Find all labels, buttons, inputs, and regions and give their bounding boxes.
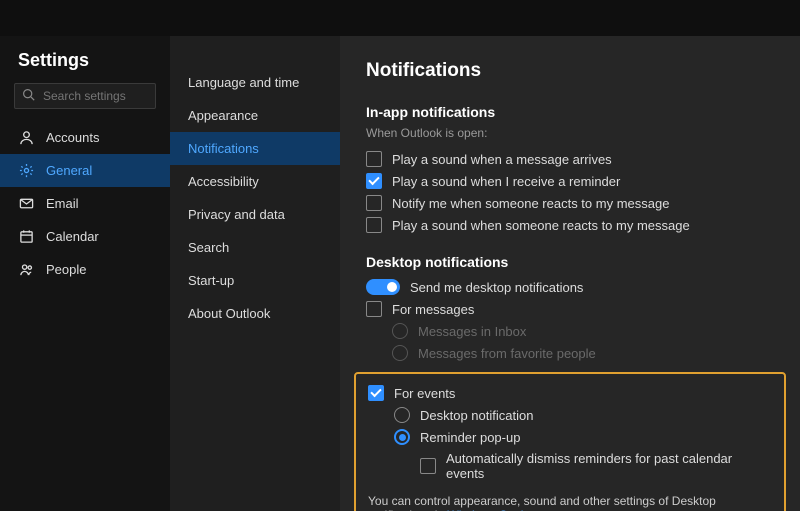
checkbox-label: For events (394, 386, 455, 401)
checkbox-label: Notify me when someone reacts to my mess… (392, 196, 669, 211)
toggle-desktop-notifications[interactable] (366, 279, 400, 295)
checkbox-sound-reacts[interactable] (366, 217, 382, 233)
checkbox-auto-dismiss[interactable] (420, 458, 436, 474)
mail-icon (18, 196, 34, 211)
checkbox-for-events[interactable] (368, 385, 384, 401)
toggle-label: Send me desktop notifications (410, 280, 583, 295)
checkbox-label: Play a sound when I receive a reminder (392, 174, 620, 189)
search-icon (22, 88, 35, 104)
radio-messages-favorite[interactable] (392, 345, 408, 361)
section-desktop-title: Desktop notifications (366, 254, 774, 270)
subnav-notifications[interactable]: Notifications (170, 132, 340, 165)
nav-calendar[interactable]: Calendar (0, 220, 170, 253)
nav-label: People (46, 262, 86, 277)
section-inapp-title: In-app notifications (366, 104, 774, 120)
nav-label: Email (46, 196, 79, 211)
gear-icon (18, 163, 34, 178)
subnav-about[interactable]: About Outlook (170, 297, 340, 330)
page-title: Notifications (366, 60, 774, 82)
radio-messages-inbox[interactable] (392, 323, 408, 339)
checkbox-notify-reacts[interactable] (366, 195, 382, 211)
calendar-icon (18, 229, 34, 244)
radio-label: Messages from favorite people (418, 346, 596, 361)
events-highlight-box: For events Desktop notification Reminder… (354, 372, 786, 511)
nav-label: General (46, 163, 92, 178)
settings-subnav: Language and time Appearance Notificatio… (170, 36, 340, 511)
subnav-search[interactable]: Search (170, 231, 340, 264)
person-icon (18, 130, 34, 145)
nav-email[interactable]: Email (0, 187, 170, 220)
nav-general[interactable]: General (0, 154, 170, 187)
checkbox-label: Play a sound when a message arrives (392, 152, 612, 167)
subnav-appearance[interactable]: Appearance (170, 99, 340, 132)
settings-content: Notifications In-app notifications When … (340, 36, 800, 511)
checkbox-label: For messages (392, 302, 474, 317)
radio-label: Desktop notification (420, 408, 533, 423)
settings-heading: Settings (0, 50, 170, 83)
radio-event-desktop[interactable] (394, 407, 410, 423)
search-input[interactable] (14, 83, 156, 109)
checkbox-label: Automatically dismiss reminders for past… (446, 451, 772, 481)
radio-label: Messages in Inbox (418, 324, 526, 339)
checkbox-sound-message[interactable] (366, 151, 382, 167)
subnav-accessibility[interactable]: Accessibility (170, 165, 340, 198)
subnav-startup[interactable]: Start-up (170, 264, 340, 297)
nav-accounts[interactable]: Accounts (0, 121, 170, 154)
checkbox-label: Play a sound when someone reacts to my m… (392, 218, 690, 233)
section-inapp-hint: When Outlook is open: (366, 126, 774, 140)
people-icon (18, 262, 34, 277)
nav-label: Accounts (46, 130, 99, 145)
nav-people[interactable]: People (0, 253, 170, 286)
subnav-language-time[interactable]: Language and time (170, 66, 340, 99)
settings-sidebar: Settings Accounts General Email (0, 36, 170, 511)
checkbox-sound-reminder[interactable] (366, 173, 382, 189)
radio-event-popup[interactable] (394, 429, 410, 445)
desktop-footer-text: You can control appearance, sound and ot… (368, 494, 772, 511)
nav-label: Calendar (46, 229, 99, 244)
checkbox-for-messages[interactable] (366, 301, 382, 317)
radio-label: Reminder pop-up (420, 430, 520, 445)
window-titlebar (0, 0, 800, 36)
subnav-privacy[interactable]: Privacy and data (170, 198, 340, 231)
